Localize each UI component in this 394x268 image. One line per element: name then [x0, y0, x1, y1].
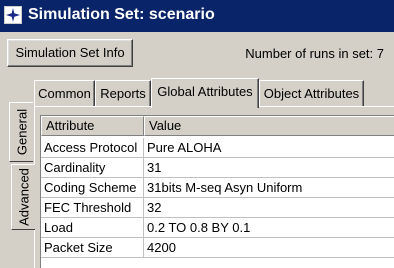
table-row[interactable]: Cardinality 31: [41, 158, 394, 178]
tab-global-attributes[interactable]: Global Attributes: [151, 78, 259, 108]
simulation-set-info-button[interactable]: Simulation Set Info: [7, 39, 133, 67]
value-cell[interactable]: 32: [144, 198, 394, 218]
attributes-table: Attribute Value Access Protocol Pure ALO…: [40, 115, 394, 268]
table-row[interactable]: Access Protocol Pure ALOHA: [41, 138, 394, 158]
table-row[interactable]: Packet Size 4200: [41, 238, 394, 258]
window-titlebar: Simulation Set: scenario: [0, 0, 394, 32]
column-header-value[interactable]: Value: [144, 116, 394, 136]
attribute-cell: Access Protocol: [41, 138, 144, 158]
value-cell[interactable]: 31: [144, 158, 394, 178]
side-tab-general[interactable]: General: [9, 102, 33, 162]
attribute-cell: Cardinality: [41, 158, 144, 178]
attribute-cell: Load: [41, 218, 144, 238]
window-title: Simulation Set: scenario: [28, 6, 215, 23]
column-header-attribute[interactable]: Attribute: [41, 116, 144, 136]
table-row[interactable]: Load 0.2 TO 0.8 BY 0.1: [41, 218, 394, 238]
table-row[interactable]: FEC Threshold 32: [41, 198, 394, 218]
attribute-cell: Packet Size: [41, 238, 144, 258]
table-row[interactable]: Coding Scheme 31bits M-seq Asyn Uniform: [41, 178, 394, 198]
attribute-cell: FEC Threshold: [41, 198, 144, 218]
tab-reports[interactable]: Reports: [95, 80, 151, 106]
side-tab-general-label: General: [14, 108, 29, 156]
attribute-cell: Coding Scheme: [41, 178, 144, 198]
value-cell[interactable]: 31bits M-seq Asyn Uniform: [144, 178, 394, 198]
runs-count-label: Number of runs in set: 7: [245, 46, 384, 61]
value-cell[interactable]: 4200: [144, 238, 394, 258]
value-cell[interactable]: 0.2 TO 0.8 BY 0.1: [144, 218, 394, 238]
side-tab-advanced[interactable]: Advanced: [11, 164, 35, 230]
side-tab-advanced-label: Advanced: [16, 168, 31, 226]
tab-common[interactable]: Common: [34, 80, 95, 106]
value-cell[interactable]: Pure ALOHA: [144, 138, 394, 158]
tab-object-attributes[interactable]: Object Attributes: [259, 80, 364, 106]
star-app-icon[interactable]: [4, 6, 22, 24]
